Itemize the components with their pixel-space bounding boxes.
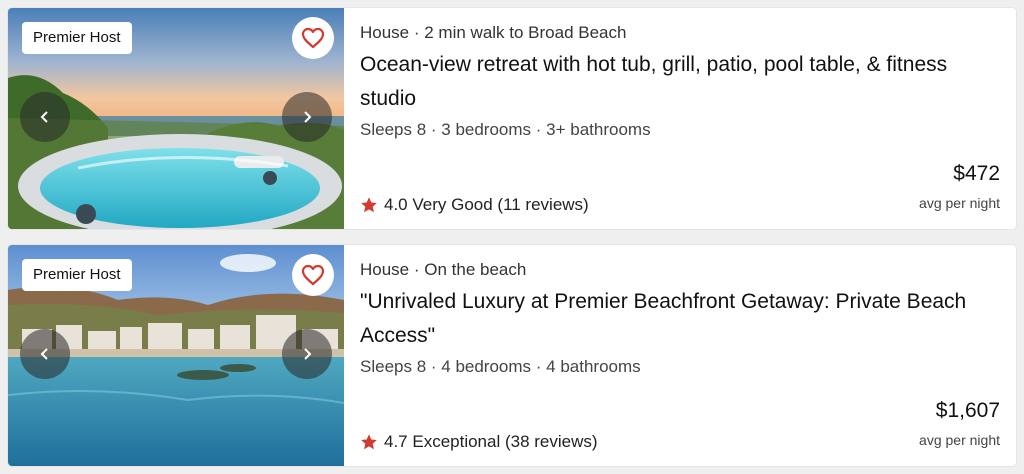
listing-title[interactable]: Ocean-view retreat with hot tub, grill, …	[360, 48, 1000, 116]
chevron-left-icon	[40, 111, 48, 123]
property-type: House · On the beach	[360, 260, 527, 279]
rating-text: 4.7 Exceptional (38 reviews)	[384, 432, 598, 451]
rating: 4.0 Very Good (11 reviews)	[360, 195, 589, 215]
listing-card[interactable]: Premier Host House · 2 min walk to Broad…	[8, 8, 1016, 229]
favorite-button[interactable]	[292, 17, 334, 59]
next-photo-button[interactable]	[282, 92, 332, 142]
property-type: House · 2 min walk to Broad Beach	[360, 23, 627, 42]
premier-host-badge: Premier Host	[22, 22, 132, 54]
listing-info: House · 2 min walk to Broad Beach Ocean-…	[344, 8, 1016, 229]
star-icon	[361, 197, 377, 213]
listing-info: House · On the beach "Unrivaled Luxury a…	[344, 245, 1016, 466]
price: $1,607	[935, 399, 1000, 422]
listing-details: Sleeps 8 · 3 bedrooms · 3+ bathrooms	[360, 120, 651, 139]
next-photo-button[interactable]	[282, 329, 332, 379]
price-note: avg per night	[919, 195, 1000, 211]
price-note: avg per night	[919, 432, 1000, 448]
price-block: $1,607 avg per night	[919, 398, 1000, 450]
listing-photo-carousel[interactable]: Premier Host	[8, 245, 344, 466]
listing-results: Premier Host House · 2 min walk to Broad…	[0, 0, 1024, 474]
listing-card[interactable]: Premier Host House · On the beach "Unriv…	[8, 245, 1016, 466]
premier-host-badge: Premier Host	[22, 259, 132, 291]
previous-photo-button[interactable]	[20, 329, 70, 379]
listing-photo-carousel[interactable]: Premier Host	[8, 8, 344, 229]
rating: 4.7 Exceptional (38 reviews)	[360, 432, 598, 452]
price: $472	[953, 162, 1000, 185]
heart-icon	[301, 264, 325, 286]
previous-photo-button[interactable]	[20, 92, 70, 142]
heart-icon	[301, 27, 325, 49]
star-icon	[361, 434, 377, 450]
listing-details: Sleeps 8 · 4 bedrooms · 4 bathrooms	[360, 357, 641, 376]
chevron-left-icon	[40, 348, 48, 360]
listing-title[interactable]: "Unrivaled Luxury at Premier Beachfront …	[360, 285, 1000, 353]
chevron-right-icon	[304, 348, 312, 360]
rating-text: 4.0 Very Good (11 reviews)	[384, 195, 589, 214]
chevron-right-icon	[304, 111, 312, 123]
favorite-button[interactable]	[292, 254, 334, 296]
price-block: $472 avg per night	[919, 161, 1000, 213]
